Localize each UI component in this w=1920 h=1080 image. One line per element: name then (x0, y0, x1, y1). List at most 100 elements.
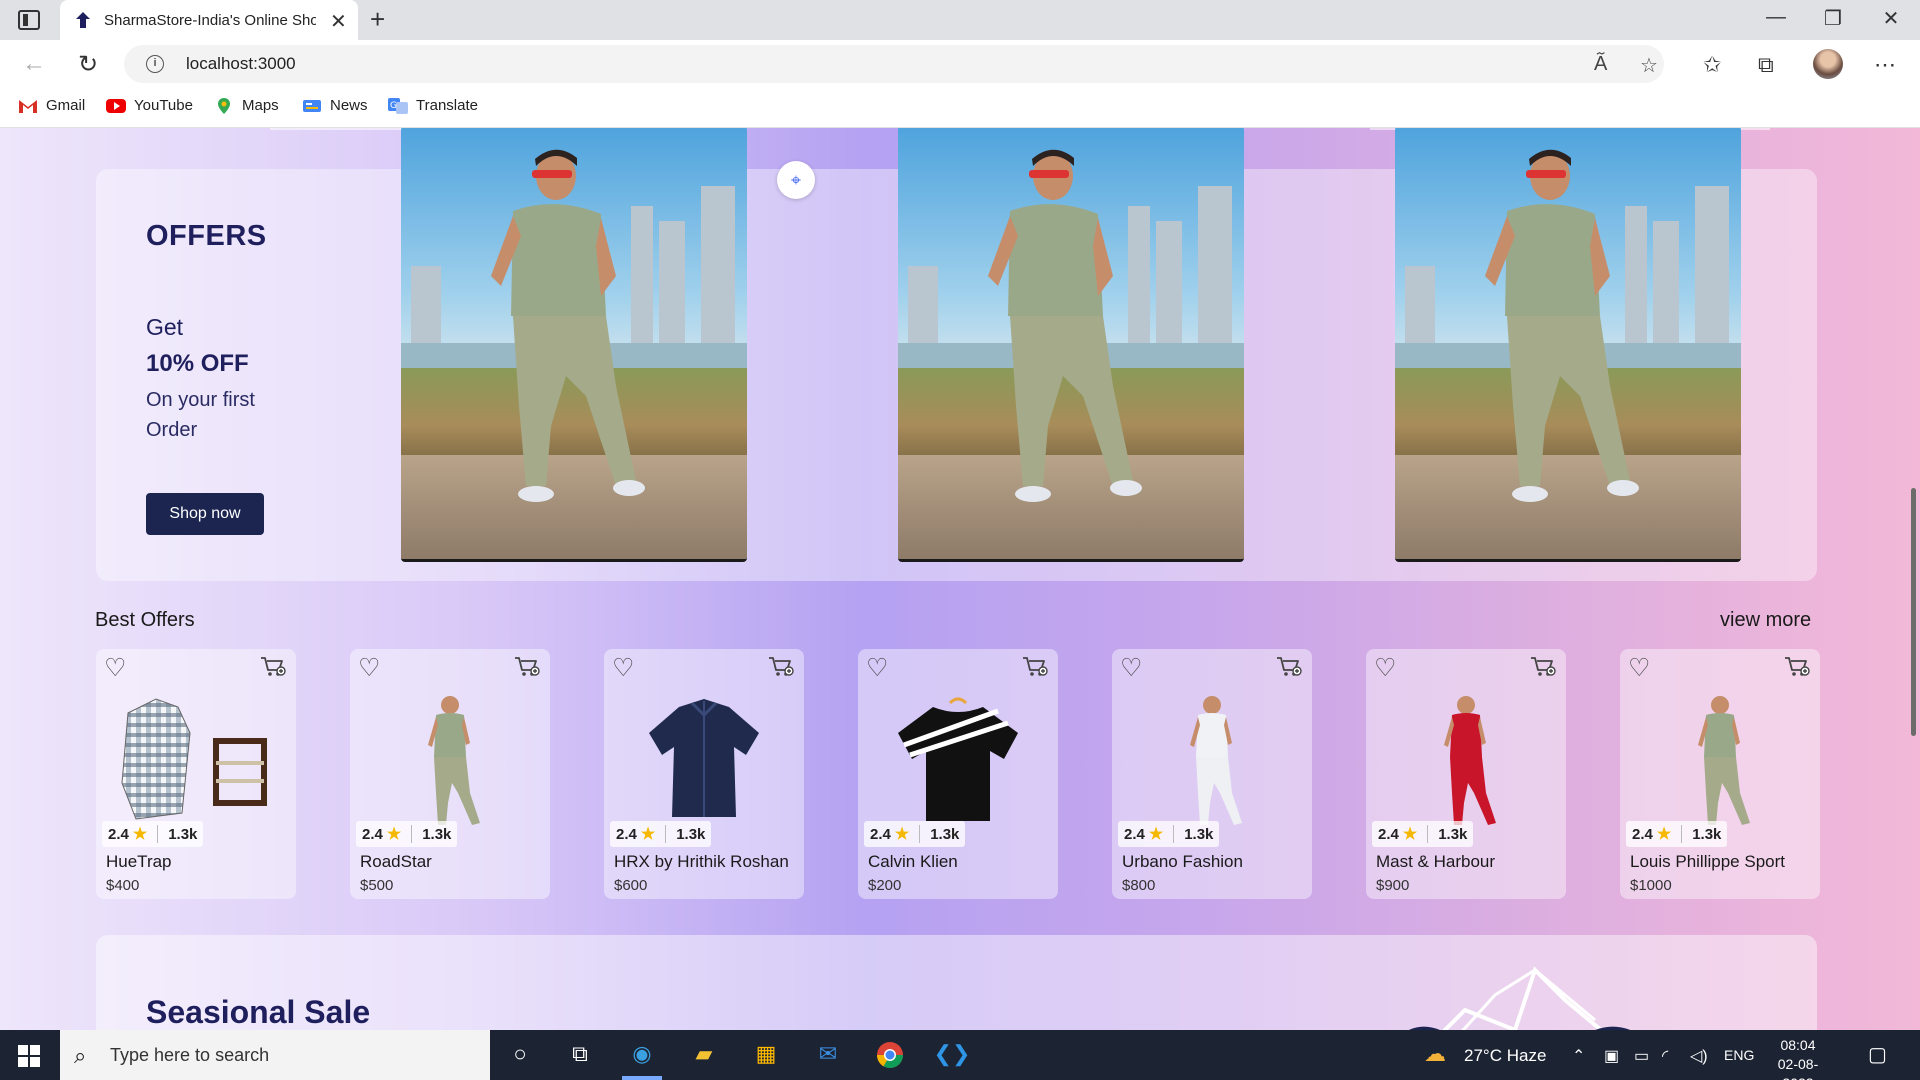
wishlist-heart-icon[interactable]: ♡ (866, 653, 888, 683)
windows-start-icon[interactable] (18, 1045, 40, 1067)
add-favorite-icon[interactable]: ☆ (1640, 53, 1658, 78)
product-name[interactable]: HueTrap (106, 852, 172, 872)
product-image[interactable] (624, 693, 784, 837)
wishlist-heart-icon[interactable]: ♡ (1120, 653, 1142, 683)
shop-now-button[interactable]: Shop now (146, 493, 264, 535)
product-image[interactable] (1640, 693, 1800, 837)
url-text[interactable]: localhost:3000 (186, 54, 296, 74)
weather-text[interactable]: 27°C Haze (1464, 1046, 1546, 1066)
wishlist-heart-icon[interactable]: ♡ (104, 653, 126, 683)
product-image[interactable] (1386, 693, 1546, 837)
bookmark-maps[interactable]: Maps (214, 97, 279, 114)
weather-icon[interactable]: ☁ (1424, 1041, 1446, 1067)
add-to-cart-icon[interactable] (1276, 655, 1302, 679)
wishlist-heart-icon[interactable]: ♡ (1374, 653, 1396, 683)
add-to-cart-icon[interactable] (1530, 655, 1556, 679)
rating-value: 2.4 (1124, 825, 1145, 843)
product-name[interactable]: HRX by Hrithik Roshan (614, 852, 789, 872)
add-to-cart-icon[interactable] (768, 655, 794, 679)
tab-actions-icon[interactable] (18, 10, 40, 30)
bookmark-label: Gmail (46, 97, 86, 114)
offer-subtext: On your first Order (146, 389, 255, 441)
visual-search-icon[interactable]: ⌖ (777, 161, 815, 199)
product-price: $400 (106, 877, 140, 894)
network-icon[interactable]: ◜ (1662, 1046, 1668, 1066)
hero-image-1[interactable] (401, 128, 747, 562)
product-price: $1000 (1630, 877, 1672, 894)
product-price: $800 (1122, 877, 1156, 894)
edge-icon[interactable]: ◉ (622, 1041, 662, 1071)
product-name[interactable]: Mast & Harbour (1376, 852, 1495, 872)
product-name[interactable]: Louis Phillippe Sport (1630, 852, 1785, 872)
volume-icon[interactable]: ◁) (1690, 1046, 1708, 1066)
battery-icon[interactable]: ▭ (1634, 1046, 1649, 1066)
restore-icon[interactable]: ❐ (1813, 6, 1853, 31)
bookmark-youtube[interactable]: YouTube (106, 97, 193, 114)
bookmark-gmail[interactable]: Gmail (18, 97, 85, 114)
product-card[interactable]: ♡ 2.4 ★ 1.3k Mast & Harbour $900 (1366, 649, 1566, 899)
show-hidden-icons-icon[interactable]: ⌃ (1572, 1046, 1585, 1066)
wishlist-heart-icon[interactable]: ♡ (612, 653, 634, 683)
profile-avatar[interactable] (1813, 49, 1843, 79)
scrollbar-thumb[interactable] (1911, 488, 1916, 736)
vscode-icon[interactable]: ❮❯ (932, 1041, 972, 1071)
product-name[interactable]: Calvin Klien (868, 852, 958, 872)
address-bar[interactable]: i localhost:3000 A᷉ ☆ (124, 45, 1664, 83)
file-explorer-icon[interactable]: ▰ (684, 1041, 724, 1071)
add-to-cart-icon[interactable] (514, 655, 540, 679)
close-window-icon[interactable]: ✕ (1871, 6, 1911, 31)
back-icon[interactable]: ← (22, 50, 46, 78)
collections-icon[interactable]: ⧉ (1758, 52, 1774, 78)
product-rating: 2.4 ★ 1.3k (1372, 821, 1474, 847)
product-card[interactable]: ♡ 2.4 ★ 1.3k Calvin Klien $200 (858, 649, 1058, 899)
site-info-icon[interactable]: i (146, 55, 164, 73)
language-indicator[interactable]: ENG (1724, 1047, 1754, 1063)
product-image[interactable] (1132, 693, 1292, 837)
product-image[interactable] (370, 693, 530, 837)
bookmark-translate[interactable]: G Translate (388, 97, 478, 114)
product-image[interactable] (878, 693, 1038, 837)
hero-image-2[interactable] (898, 128, 1244, 562)
add-to-cart-icon[interactable] (1784, 655, 1810, 679)
taskbar-search[interactable]: ⌕ Type here to search (60, 1030, 490, 1080)
chrome-icon[interactable] (870, 1041, 910, 1071)
product-card[interactable]: ♡ 2.4 ★ 1.3k HRX by Hrithik Roshan $600 (604, 649, 804, 899)
more-options-icon[interactable]: ⋯ (1874, 52, 1896, 78)
add-to-cart-icon[interactable] (260, 655, 286, 679)
meet-now-icon[interactable]: ▣ (1604, 1046, 1619, 1066)
view-more-link[interactable]: view more (1720, 609, 1811, 632)
product-card[interactable]: ♡ 2.4 ★ 1.3k RoadStar $500 (350, 649, 550, 899)
product-name[interactable]: RoadStar (360, 852, 432, 872)
product-price: $900 (1376, 877, 1410, 894)
review-count: 1.3k (422, 825, 452, 843)
cortana-icon[interactable]: ○ (500, 1041, 540, 1071)
browser-tab[interactable]: SharmaStore-India's Online Shop ✕ (60, 0, 358, 40)
product-name[interactable]: Urbano Fashion (1122, 852, 1243, 872)
rating-value: 2.4 (1378, 825, 1399, 843)
page-scrollbar[interactable] (1908, 128, 1920, 1030)
wishlist-heart-icon[interactable]: ♡ (1628, 653, 1650, 683)
microsoft-store-icon[interactable]: ▦ (746, 1041, 786, 1071)
mail-icon[interactable]: ✉ (808, 1041, 848, 1071)
page-content: OFFERS Get 10% OFF On your first Order S… (0, 128, 1920, 1030)
add-to-cart-icon[interactable] (1022, 655, 1048, 679)
hero-image-3[interactable] (1395, 128, 1741, 562)
product-card[interactable]: ♡ 2.4 ★ 1.3k HueTrap $400 (96, 649, 296, 899)
bookmark-news[interactable]: News (302, 97, 368, 114)
clock[interactable]: 08:04 02-08-2022 (1768, 1036, 1828, 1080)
product-card[interactable]: ♡ 2.4 ★ 1.3k Louis Phillippe Sport $1000 (1620, 649, 1820, 899)
favorites-icon[interactable]: ✩ (1703, 52, 1721, 78)
tab-title: SharmaStore-India's Online Shop (104, 12, 316, 29)
rating-value: 2.4 (108, 825, 129, 843)
read-aloud-icon[interactable]: A᷉ (1594, 53, 1607, 76)
close-tab-icon[interactable]: ✕ (330, 9, 347, 34)
task-view-icon[interactable]: ⧉ (560, 1041, 600, 1071)
new-tab-icon[interactable]: + (370, 4, 385, 35)
minimize-icon[interactable]: — (1756, 6, 1796, 29)
refresh-icon[interactable]: ↻ (78, 50, 98, 79)
clock-date: 02-08-2022 (1777, 1056, 1819, 1080)
product-card[interactable]: ♡ 2.4 ★ 1.3k Urbano Fashion $800 (1112, 649, 1312, 899)
notifications-icon[interactable]: ▢ (1868, 1042, 1887, 1067)
wishlist-heart-icon[interactable]: ♡ (358, 653, 380, 683)
product-image[interactable] (116, 693, 276, 837)
